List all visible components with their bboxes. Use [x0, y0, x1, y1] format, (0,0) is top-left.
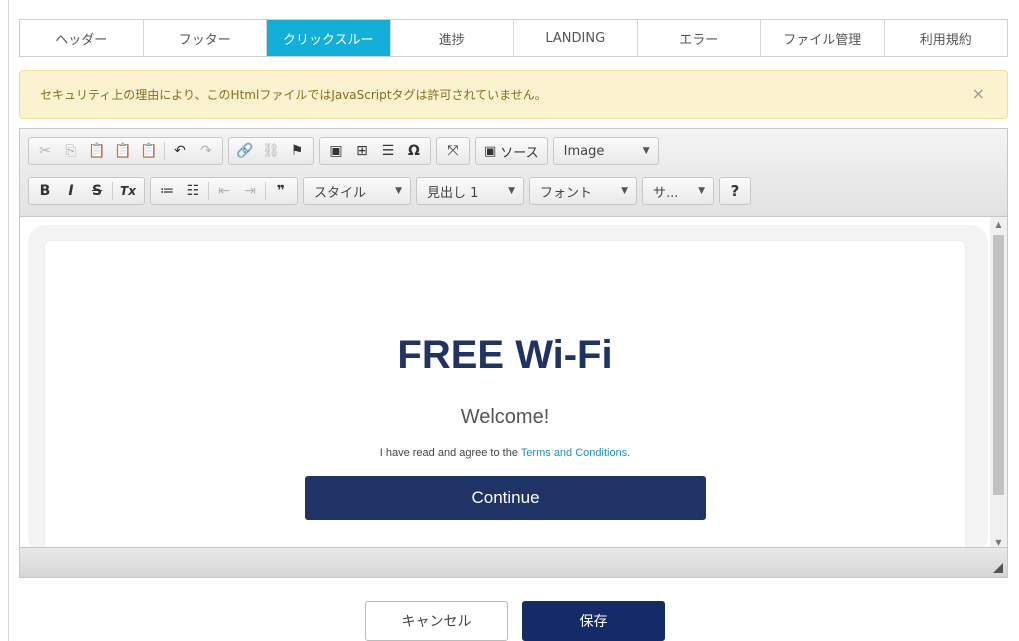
table-icon[interactable]: ⊞: [349, 139, 375, 163]
security-alert: セキュリティ上の理由により、このHtmlファイルではJavaScriptタグは許…: [19, 70, 1008, 119]
style-select-value: スタイル: [314, 185, 367, 201]
chevron-down-icon: ▼: [621, 186, 628, 196]
paste-word-icon[interactable]: 📋: [136, 139, 162, 163]
paragraph-group: ≔ ☷ ⇤ ⇥ ❞: [150, 177, 298, 205]
special-char-icon[interactable]: Ω: [401, 139, 427, 163]
heading-select-value: 見出し 1: [427, 185, 479, 201]
link-icon[interactable]: 🔗: [232, 139, 258, 163]
tab-file-management[interactable]: ファイル管理: [761, 20, 885, 56]
insert-group: ▣ ⊞ ☰ Ω: [319, 137, 431, 165]
help-button[interactable]: ?: [719, 177, 751, 205]
resize-handle-icon[interactable]: [993, 563, 1003, 573]
clipboard-group: ✂ ⎘ 📋 📋 📋 ↶ ↷: [28, 137, 223, 165]
agree-period: .: [627, 447, 631, 459]
heading-select[interactable]: 見出し 1 ▼: [416, 177, 524, 205]
toolbar-separator: [112, 182, 113, 200]
maximize-group: ⤧: [436, 137, 470, 165]
cancel-button[interactable]: キャンセル: [365, 601, 508, 641]
image-select-value: Image: [563, 143, 605, 159]
toolbar-separator: [208, 182, 209, 200]
style-select[interactable]: スタイル ▼: [303, 177, 411, 205]
size-select[interactable]: サ... ▼: [642, 177, 714, 205]
horizontal-rule-icon[interactable]: ☰: [375, 139, 401, 163]
rich-text-editor: ✂ ⎘ 📋 📋 📋 ↶ ↷ 🔗 ⛓ ⚑ ▣ ⊞ ☰ Ω ⤧ ▣ ソース Imag…: [19, 128, 1008, 578]
toolbar-separator: [265, 182, 266, 200]
toolbar-separator: [164, 142, 165, 160]
unlink-icon[interactable]: ⛓: [258, 139, 284, 163]
source-label: ソース: [500, 145, 539, 161]
editor-toolbar: ✂ ⎘ 📋 📋 📋 ↶ ↷ 🔗 ⛓ ⚑ ▣ ⊞ ☰ Ω ⤧ ▣ ソース Imag…: [20, 129, 1007, 217]
tab-clickthrough[interactable]: クリックスルー: [267, 20, 391, 56]
editor-statusbar: [20, 547, 1007, 577]
terms-link[interactable]: Terms and Conditions: [521, 447, 627, 459]
size-select-value: サ...: [653, 185, 679, 201]
strike-icon[interactable]: S: [84, 179, 110, 203]
tab-footer[interactable]: フッター: [144, 20, 267, 56]
bold-icon[interactable]: B: [32, 179, 58, 203]
bulleted-list-icon[interactable]: ☷: [180, 179, 206, 203]
tab-error[interactable]: エラー: [638, 20, 761, 56]
continue-button[interactable]: Continue: [305, 476, 706, 520]
landing-card: FREE Wi-Fi Welcome! I have read and agre…: [45, 241, 965, 549]
italic-icon[interactable]: I: [58, 179, 84, 203]
font-select-value: フォント: [540, 185, 593, 201]
paste-icon[interactable]: 📋: [84, 139, 110, 163]
undo-icon[interactable]: ↶: [167, 139, 193, 163]
basic-style-group: B I S Tx: [28, 177, 145, 205]
blockquote-icon[interactable]: ❞: [268, 179, 294, 203]
chevron-down-icon: ▼: [508, 186, 515, 196]
anchor-flag-icon[interactable]: ⚑: [284, 139, 310, 163]
redo-icon[interactable]: ↷: [193, 139, 219, 163]
scroll-up-icon[interactable]: ▲: [990, 217, 1007, 231]
source-icon: ▣: [484, 143, 497, 159]
source-button[interactable]: ▣ ソース: [475, 137, 548, 165]
welcome-text: Welcome!: [460, 406, 550, 428]
scrollbar-thumb[interactable]: [993, 235, 1004, 495]
agree-label: I have read and agree to the: [379, 447, 521, 459]
image-select[interactable]: Image ▼: [552, 137, 659, 165]
close-icon[interactable]: ×: [972, 86, 985, 102]
chevron-down-icon: ▼: [698, 186, 705, 196]
chevron-down-icon: ▼: [642, 146, 650, 156]
image-icon[interactable]: ▣: [323, 139, 349, 163]
content-scrollbar[interactable]: ▲ ▼: [990, 217, 1007, 549]
editor-content-area[interactable]: FREE Wi-Fi Welcome! I have read and agre…: [20, 217, 1007, 549]
numbered-list-icon[interactable]: ≔: [154, 179, 180, 203]
tab-header[interactable]: ヘッダー: [20, 20, 144, 56]
tab-terms[interactable]: 利用規約: [885, 20, 1008, 56]
maximize-icon[interactable]: ⤧: [440, 139, 466, 163]
link-group: 🔗 ⛓ ⚑: [228, 137, 314, 165]
tab-bar: ヘッダー フッター クリックスルー 進捗 LANDING エラー ファイル管理 …: [19, 19, 1008, 57]
chevron-down-icon: ▼: [395, 186, 402, 196]
font-select[interactable]: フォント ▼: [529, 177, 637, 205]
hero-title: FREE Wi-Fi: [397, 333, 613, 377]
tab-progress[interactable]: 進捗: [391, 20, 514, 56]
alert-message: セキュリティ上の理由により、このHtmlファイルではJavaScriptタグは許…: [40, 88, 547, 102]
paste-text-icon[interactable]: 📋: [110, 139, 136, 163]
outdent-icon[interactable]: ⇤: [211, 179, 237, 203]
cut-icon[interactable]: ✂: [32, 139, 58, 163]
agree-text: I have read and agree to the Terms and C…: [45, 447, 965, 459]
copy-icon[interactable]: ⎘: [58, 139, 84, 163]
save-button[interactable]: 保存: [522, 601, 665, 641]
tab-landing[interactable]: LANDING: [514, 20, 638, 56]
indent-icon[interactable]: ⇥: [237, 179, 263, 203]
remove-format-icon[interactable]: Tx: [115, 179, 141, 203]
